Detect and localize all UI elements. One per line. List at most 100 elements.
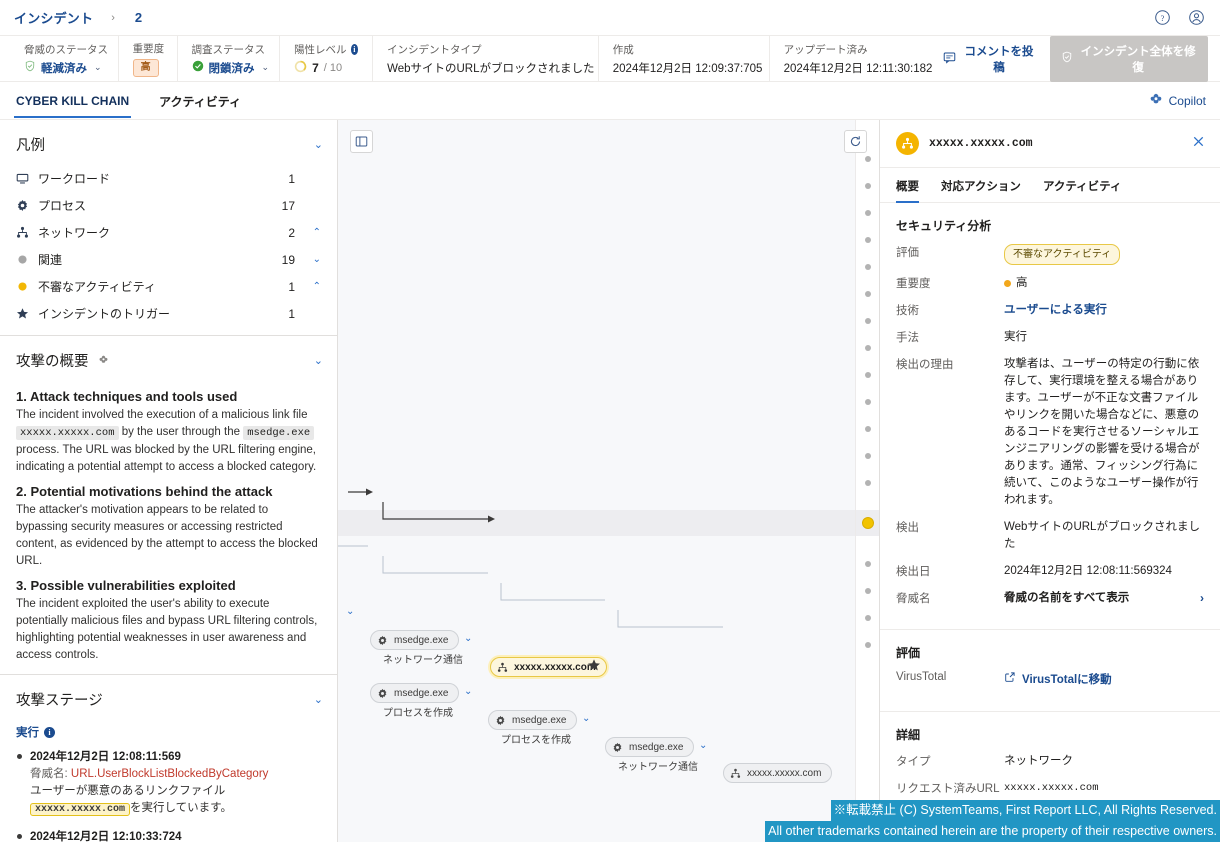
account-circle-icon[interactable] bbox=[1186, 8, 1206, 28]
breadcrumb-root[interactable]: インシデント bbox=[14, 8, 93, 27]
severity-value-group: 高 bbox=[132, 58, 163, 77]
detail-tab-overview[interactable]: 概要 bbox=[896, 178, 919, 203]
rail-dot[interactable] bbox=[865, 642, 871, 648]
chevron-down-icon[interactable]: ⌄ bbox=[262, 62, 270, 73]
graph-node-process-3[interactable]: msedge.exe bbox=[488, 710, 578, 730]
graph-node-network-2[interactable]: xxxxx.xxxxx.com bbox=[723, 763, 833, 783]
attack-stages-collapse-chevron-icon[interactable]: ⌄ bbox=[314, 693, 323, 706]
rail-dot[interactable] bbox=[865, 183, 871, 189]
rail-dot[interactable] bbox=[865, 588, 871, 594]
rail-dot[interactable] bbox=[865, 453, 871, 459]
legend-item-toggle[interactable]: ⌄ bbox=[295, 254, 321, 265]
threat-status-value-group[interactable]: 軽減済み ⌄ bbox=[24, 60, 104, 76]
close-icon[interactable] bbox=[1191, 134, 1206, 153]
graph-node-2-chevron-icon[interactable]: ⌄ bbox=[464, 686, 472, 697]
detail-panel-scroll[interactable]: セキュリティ分析 評価 不審なアクティビティ 重要度 高 技術 ユーザーによる実… bbox=[880, 203, 1220, 842]
tab-activity[interactable]: アクティビティ bbox=[157, 83, 243, 119]
rail-dot[interactable] bbox=[865, 399, 871, 405]
graph-node-3-chevron-icon[interactable]: ⌄ bbox=[582, 713, 590, 724]
rail-dot[interactable] bbox=[865, 210, 871, 216]
post-comment-label: コメントを投稿 bbox=[964, 45, 1034, 74]
stage-threat-name[interactable]: URL.UserBlockListBlockedByCategory bbox=[71, 768, 269, 780]
tab-cyber-kill-chain[interactable]: CYBER KILL CHAIN bbox=[14, 84, 132, 118]
summary-heading-3: 3. Possible vulnerabilities exploited bbox=[16, 578, 236, 593]
row-key: 技術 bbox=[896, 305, 919, 317]
suspicious-dot-icon bbox=[16, 280, 34, 293]
post-comment-button[interactable]: コメントを投稿 bbox=[939, 38, 1041, 80]
attack-summary-collapse-chevron-icon[interactable]: ⌄ bbox=[314, 354, 323, 367]
detail-panel-header: xxxxx.xxxxx.com bbox=[880, 120, 1220, 168]
field-incident-type: インシデントタイプ WebサイトのURLがブロックされました bbox=[373, 36, 599, 81]
attack-summary-title: 攻撃の概要 bbox=[16, 354, 89, 370]
legend-card-header: 凡例 ⌄ bbox=[0, 120, 337, 165]
shield-icon bbox=[1061, 51, 1073, 66]
rail-dot[interactable] bbox=[865, 372, 871, 378]
graph-node-process-1[interactable]: msedge.exe bbox=[370, 630, 460, 650]
help-circle-icon[interactable]: ? bbox=[1152, 8, 1172, 28]
remediate-incident-button[interactable]: インシデント全体を修復 bbox=[1050, 35, 1208, 82]
legend-item-network[interactable]: ネットワーク 2 ⌃ bbox=[0, 219, 337, 246]
stage-item: 2024年12月2日 12:10:33:724 脅威名: URL.UserBlo… bbox=[16, 828, 321, 842]
external-link-icon bbox=[1004, 671, 1016, 689]
rail-dot[interactable] bbox=[865, 480, 871, 486]
investigation-status-value-group[interactable]: 閉鎖済み ⌄ bbox=[192, 60, 269, 76]
graph-cluster-chevron-icon[interactable]: ⌄ bbox=[346, 606, 354, 617]
copilot-button[interactable]: Copilot bbox=[1149, 92, 1206, 109]
strip-actions: コメントを投稿 インシデント全体を修復 bbox=[939, 35, 1220, 82]
attack-stages-title: 攻撃ステージ bbox=[16, 693, 103, 709]
rail-dot[interactable] bbox=[865, 264, 871, 270]
legend-item-label: 関連 bbox=[38, 253, 63, 267]
panel-toggle-icon[interactable] bbox=[350, 130, 373, 153]
rail-dot[interactable] bbox=[865, 345, 871, 351]
rail-dot[interactable] bbox=[865, 561, 871, 567]
legend-item-toggle[interactable]: ⌃ bbox=[295, 227, 321, 238]
info-icon[interactable]: i bbox=[350, 43, 359, 55]
graph-node-label: xxxxx.xxxxx.com bbox=[747, 767, 822, 779]
attack-summary-card: 攻撃の概要 ⌄ 1. Attack techniques and tools u… bbox=[0, 336, 337, 675]
remediate-incident-label: インシデント全体を修復 bbox=[1080, 45, 1196, 74]
graph-node-process-4[interactable]: msedge.exe bbox=[605, 737, 695, 757]
legend-item-suspicious-activity[interactable]: 不審なアクティビティ 1 ⌃ bbox=[0, 273, 337, 300]
row-threat-names[interactable]: 脅威名 脅威の名前をすべて表示 › bbox=[896, 590, 1204, 607]
detail-tab-response-actions[interactable]: 対応アクション bbox=[941, 178, 1021, 202]
graph-canvas[interactable]: ⌄ msedge.exe ⌄ ネットワーク通信 xxxxx.xxxxx.com bbox=[338, 120, 879, 842]
attack-graph-panel[interactable]: ⌄ msedge.exe ⌄ ネットワーク通信 xxxxx.xxxxx.com bbox=[338, 120, 880, 842]
rail-dot[interactable] bbox=[865, 291, 871, 297]
attack-stages-body: 実行 i 2024年12月2日 12:08:11:569 脅威名: URL.Us… bbox=[0, 724, 337, 842]
detail-tab-activity[interactable]: アクティビティ bbox=[1043, 178, 1122, 202]
graph-node-4-chevron-icon[interactable]: ⌄ bbox=[699, 740, 707, 751]
rail-dot[interactable] bbox=[865, 156, 871, 162]
severity-value: 高 bbox=[1016, 277, 1028, 289]
chevron-right-icon[interactable]: › bbox=[1200, 590, 1204, 607]
breadcrumb-separator: › bbox=[111, 11, 115, 24]
legend-item-incident-trigger[interactable]: インシデントのトリガー 1 bbox=[0, 300, 337, 327]
detail-panel-title: xxxxx.xxxxx.com bbox=[929, 137, 1033, 150]
legend-item-related[interactable]: 関連 19 ⌄ bbox=[0, 246, 337, 273]
severity-badge: 高 bbox=[132, 58, 159, 77]
legend-item-toggle[interactable]: ⌃ bbox=[295, 281, 321, 292]
refresh-icon[interactable] bbox=[844, 130, 867, 153]
rail-dot[interactable] bbox=[865, 426, 871, 432]
virustotal-link[interactable]: VirusTotalに移動 bbox=[1004, 671, 1204, 689]
legend-collapse-chevron-icon[interactable]: ⌄ bbox=[314, 138, 323, 151]
legend-item-workload[interactable]: ワークロード 1 bbox=[0, 165, 337, 192]
breadcrumb-bar: インシデント › 2 ? bbox=[0, 0, 1220, 36]
legend-item-process[interactable]: プロセス 17 bbox=[0, 192, 337, 219]
rail-dot[interactable] bbox=[865, 615, 871, 621]
row-key: 検出日 bbox=[896, 566, 931, 578]
chevron-down-icon[interactable]: ⌄ bbox=[94, 62, 102, 73]
row-tactic: 手法 実行 bbox=[896, 329, 1204, 346]
network-icon bbox=[730, 768, 741, 779]
rail-dot[interactable] bbox=[865, 318, 871, 324]
copilot-label: Copilot bbox=[1168, 93, 1206, 108]
row-evaluation: 評価 不審なアクティビティ bbox=[896, 244, 1204, 265]
security-analysis-title: セキュリティ分析 bbox=[896, 219, 992, 233]
info-icon[interactable]: i bbox=[44, 726, 55, 738]
graph-node-1-chevron-icon[interactable]: ⌄ bbox=[464, 633, 472, 644]
graph-node-process-2[interactable]: msedge.exe bbox=[370, 683, 460, 703]
rail-dot-active[interactable] bbox=[862, 517, 874, 529]
rail-dot[interactable] bbox=[865, 237, 871, 243]
technique-link[interactable]: ユーザーによる実行 bbox=[1004, 302, 1204, 319]
attack-summary-body: 1. Attack techniques and tools used The … bbox=[0, 389, 337, 666]
graph-minimap-rail[interactable] bbox=[855, 120, 879, 842]
